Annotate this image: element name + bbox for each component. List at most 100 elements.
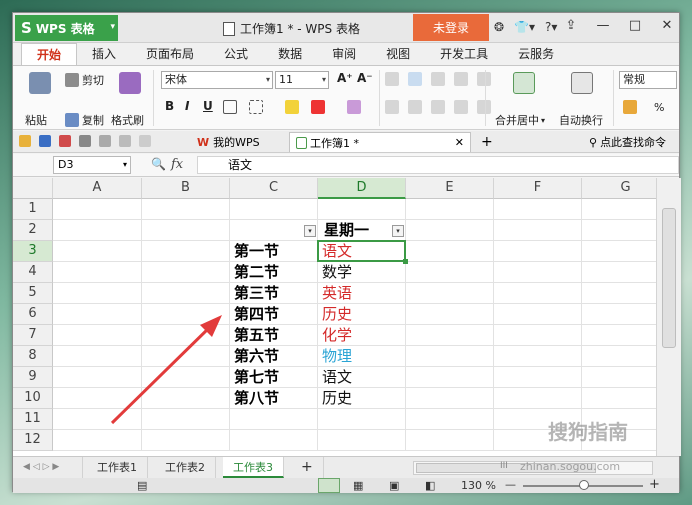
add-sheet-button[interactable]: + [291,457,324,478]
fill-handle[interactable] [403,259,408,264]
row-header[interactable]: 10 [13,388,53,409]
macro-icon[interactable]: ▤ [137,479,147,492]
vertical-scrollbar[interactable] [656,178,681,456]
grid-cell[interactable] [494,199,582,220]
sheet-tab[interactable]: 工作表1 [87,457,148,478]
grid-cell[interactable] [53,220,142,241]
percent-button[interactable]: % [654,101,664,114]
currency-button[interactable]: % [623,100,664,114]
grid-cell[interactable] [406,367,494,388]
row-header[interactable]: 7 [13,325,53,346]
grid-cell[interactable] [494,283,582,304]
number-format-select[interactable]: 常规 [619,71,677,89]
grid-cell[interactable]: 数学 [318,262,406,283]
tab-workbook1[interactable]: 工作簿1 * ✕ [289,132,471,152]
grid-cell[interactable] [406,220,494,241]
grid-cell[interactable] [142,220,230,241]
indent-increase-icon[interactable] [477,72,491,86]
grid-cell[interactable]: 第三节 [230,283,318,304]
font-name-select[interactable]: 宋体 ▾ [161,71,273,89]
format-painter-icon[interactable] [119,72,141,94]
tab-1[interactable]: 插入 [77,43,131,65]
row-header[interactable]: 5 [13,283,53,304]
grid-cell[interactable] [494,262,582,283]
grow-font-button[interactable]: A⁺ [337,71,353,85]
paste-button[interactable]: 粘贴 [25,112,47,128]
filter-dropdown-button[interactable]: ▾ [304,225,316,237]
grid-cell[interactable] [230,199,318,220]
grid-cell[interactable]: 第七节 [230,367,318,388]
grid-cell[interactable] [142,283,230,304]
merge-center-button[interactable]: 合并居中 ▾ [495,112,545,128]
open-icon[interactable] [19,135,31,147]
minimize-icon[interactable]: — [595,18,611,33]
align-center-icon[interactable] [408,100,422,114]
copy-button[interactable]: 复制 [65,112,104,128]
shrink-font-button[interactable]: A⁻ [357,71,373,85]
undo-icon[interactable] [119,135,131,147]
row-header[interactable]: 8 [13,346,53,367]
column-header[interactable]: E [406,178,494,199]
reading-mode-icon[interactable]: ◧ [425,479,435,492]
grid-cell[interactable] [230,430,318,451]
grid-cell[interactable] [494,346,582,367]
align-middle-icon[interactable] [408,72,422,86]
grid-cell[interactable]: 语文 [318,241,406,262]
row-header[interactable]: 4 [13,262,53,283]
wrap-text-button[interactable]: 自动换行 [559,112,603,128]
merge-center-icon[interactable] [513,72,535,94]
grid-cell[interactable] [318,430,406,451]
grid-cell[interactable] [53,199,142,220]
grid-cell[interactable] [582,367,656,388]
grid-cell[interactable]: 第二节 [230,262,318,283]
grid-cell[interactable] [406,388,494,409]
bold-button[interactable]: B [165,99,174,113]
grid-cell[interactable]: 第八节 [230,388,318,409]
grid-cell[interactable] [406,304,494,325]
format-painter-button[interactable]: 格式刷 [111,112,144,128]
tab-8[interactable]: 云服务 [503,43,569,65]
font-size-select[interactable]: 11 ▾ [275,71,329,89]
page-layout-icon[interactable]: ▦ [353,479,363,492]
grid-cell[interactable] [406,325,494,346]
grid-cell[interactable] [406,262,494,283]
grid-cell[interactable] [582,346,656,367]
scroll-thumb[interactable] [662,208,676,348]
row-header[interactable]: 2 [13,220,53,241]
sheet-tab[interactable]: 工作表3 [223,457,284,478]
pdf-icon[interactable] [59,135,71,147]
fill-color-button[interactable] [285,100,302,114]
grid-cell[interactable] [142,241,230,262]
grid-cell[interactable] [582,199,656,220]
wrap-text-icon[interactable] [571,72,593,94]
paste-icon[interactable] [29,72,51,94]
insert-function-icon[interactable]: fx [171,157,183,172]
zoom-in-button[interactable]: + [649,477,660,492]
column-header[interactable]: F [494,178,582,199]
grid-cell[interactable] [582,388,656,409]
tab-0[interactable]: 开始 [21,43,78,65]
grid-cell[interactable]: 英语 [318,283,406,304]
grid-cell[interactable]: 化学 [318,325,406,346]
row-header[interactable]: 11 [13,409,53,430]
clear-format-button[interactable] [347,100,364,114]
grid-cell[interactable] [494,388,582,409]
row-header[interactable]: 3 [13,241,53,262]
align-right-icon[interactable] [431,100,445,114]
tab-my-wps[interactable]: W 我的WPS [191,132,266,152]
italic-button[interactable]: I [185,99,189,113]
tab-5[interactable]: 审阅 [317,43,371,65]
column-header[interactable]: B [142,178,230,199]
grid-cell[interactable] [53,241,142,262]
maximize-icon[interactable]: □ [627,18,643,33]
distributed-icon[interactable] [477,100,491,114]
grid-cell[interactable]: 第四节 [230,304,318,325]
select-all-corner[interactable] [13,178,53,199]
grid-cell[interactable] [230,409,318,430]
normal-view-icon[interactable] [318,478,340,493]
grid-cell[interactable] [318,409,406,430]
grid-cell[interactable]: 历史 [318,388,406,409]
tab-3[interactable]: 公式 [209,43,263,65]
grid-cell[interactable] [406,199,494,220]
login-button[interactable]: 未登录 [413,14,489,41]
